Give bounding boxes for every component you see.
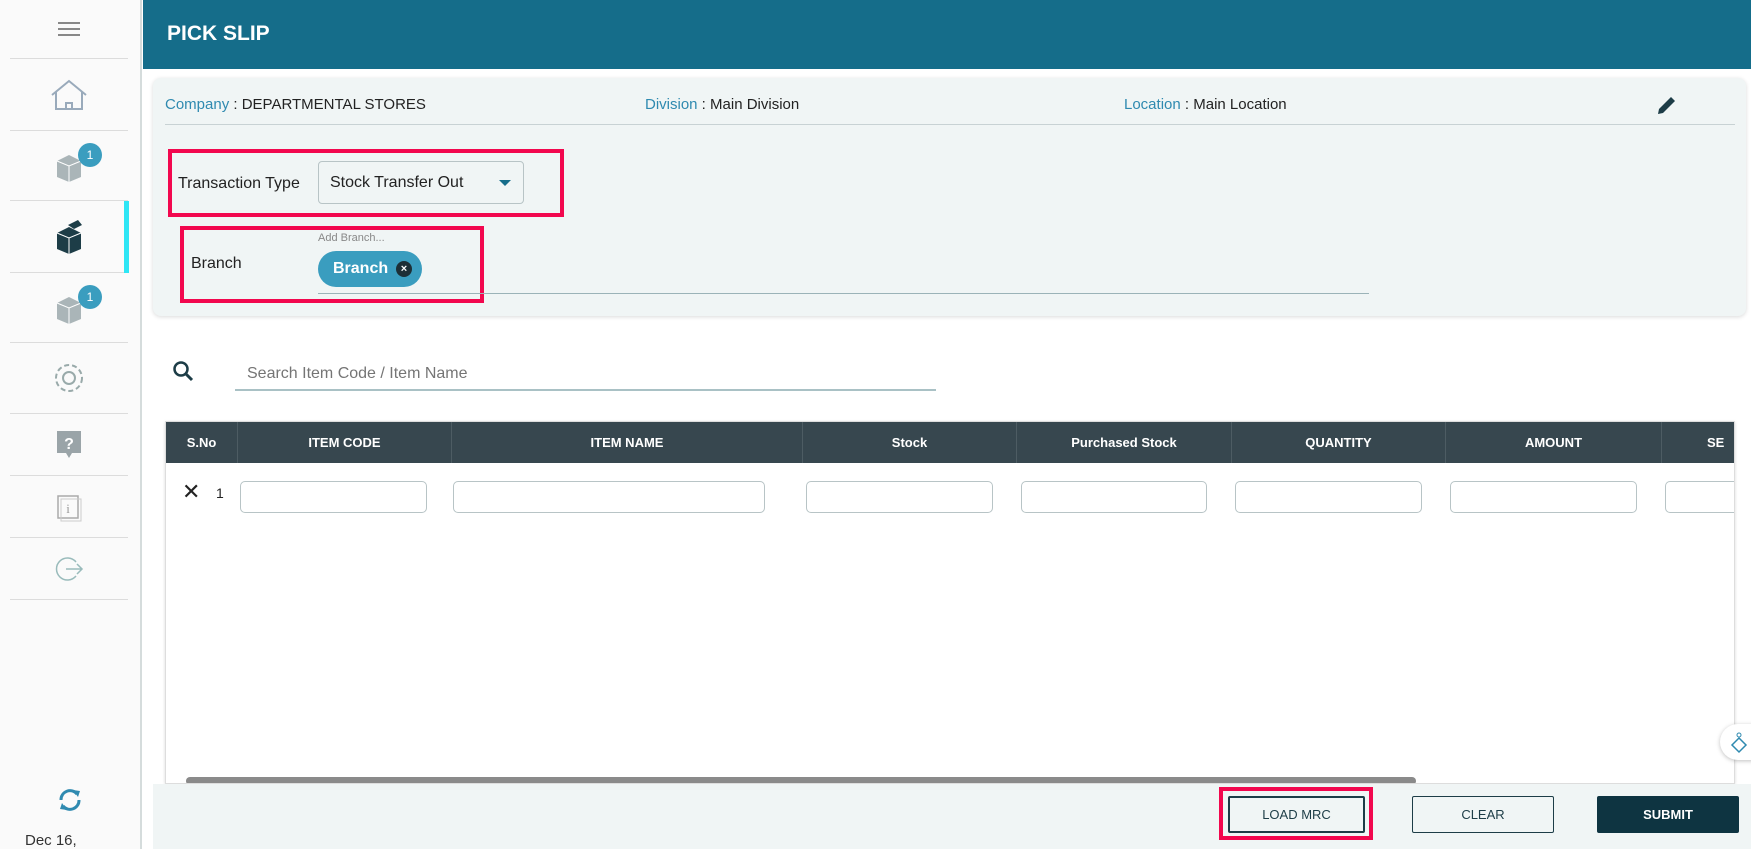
column-header: QUANTITY [1231,422,1445,463]
pencil-icon [1658,97,1675,114]
search-icon [172,360,194,387]
notification-badge: 1 [78,143,102,167]
divider [165,124,1735,125]
column-header: ITEM NAME [451,422,802,463]
row-number: 1 [216,485,224,501]
home-icon [51,79,87,110]
load-mrc-button[interactable]: LOAD MRC [1228,796,1365,833]
current-date: Dec 16, [25,832,77,849]
table-header: S.No ITEM CODE ITEM NAME Stock Purchased… [166,422,1734,463]
item-code-input[interactable] [240,481,427,513]
branch-chip[interactable]: Branch × [318,251,422,287]
search-input[interactable] [235,358,936,391]
active-indicator [124,201,129,273]
sidebar-item-home[interactable] [10,59,128,131]
dropdown-arrow-icon [499,180,511,186]
items-table: S.No ITEM CODE ITEM NAME Stock Purchased… [165,421,1735,784]
branch-chip-label: Branch [333,260,389,277]
open-box-icon [56,219,82,254]
company-value: DEPARTMENTAL STORES [241,96,426,113]
division-label: Division [645,96,698,113]
stock-input[interactable] [806,481,993,513]
transaction-type-select[interactable]: Stock Transfer Out [318,161,524,204]
column-header: AMOUNT [1445,422,1661,463]
location-label: Location [1124,96,1181,113]
info-document-icon: i [57,494,82,521]
svg-text:?: ? [64,436,74,453]
division-value: Main Division [710,96,800,113]
sync-icon [59,789,81,811]
menu-button[interactable] [10,0,128,59]
column-header: SE [1661,422,1734,463]
location-value: Main Location [1193,96,1287,113]
horizontal-scrollbar[interactable] [186,777,1416,783]
transaction-type-label: Transaction Type [178,175,300,192]
delete-row-icon[interactable]: ✕ [182,479,200,505]
sidebar-item-logout[interactable] [10,538,128,600]
quantity-input[interactable] [1235,481,1422,513]
sync-button[interactable] [56,786,84,819]
notification-badge: 1 [78,285,102,309]
branch-label: Branch [191,255,242,272]
logout-icon [55,556,84,581]
separator: : [697,96,711,113]
chip-remove-icon[interactable]: × [396,261,412,277]
sidebar-item-pick-slip[interactable] [10,201,129,273]
division-info: Division : Main Division [645,96,799,113]
svg-text:i: i [66,501,70,516]
column-header: ITEM CODE [237,422,451,463]
sidebar: 1 1 ? i Dec 16, [0,0,142,849]
sidebar-item-info[interactable]: i [10,476,128,538]
sidebar-item-inbound[interactable]: 1 [10,131,128,201]
column-header: S.No [186,435,217,450]
sidebar-item-settings[interactable] [10,343,128,414]
page-title: PICK SLIP [143,0,1751,69]
separator: : [1180,96,1194,113]
column-header: Purchased Stock [1016,422,1231,463]
company-info: Company : DEPARTMENTAL STORES [165,96,426,113]
purchased-stock-input[interactable] [1021,481,1207,513]
amount-input[interactable] [1450,481,1637,513]
clear-button[interactable]: CLEAR [1412,796,1554,833]
submit-button[interactable]: SUBMIT [1597,796,1739,833]
column-header: Stock [802,422,1016,463]
branch-input-underline[interactable] [318,293,1369,294]
location-info: Location : Main Location [1124,96,1287,113]
assistant-widget-button[interactable] [1720,724,1751,760]
hamburger-icon [58,22,80,36]
widget-icon [1730,732,1748,754]
table-row: ✕ 1 [166,463,1734,513]
edit-button[interactable] [1656,94,1678,121]
company-label: Company [165,96,230,113]
next-column-input[interactable] [1665,481,1734,513]
sidebar-item-outbound[interactable]: 1 [10,273,128,343]
separator: : [229,96,242,113]
item-name-input[interactable] [453,481,765,513]
branch-placeholder: Add Branch... [318,232,385,244]
gear-icon [55,364,83,392]
transaction-type-value: Stock Transfer Out [330,173,464,191]
sidebar-item-help[interactable]: ? [10,414,128,476]
help-icon: ? [57,430,81,458]
